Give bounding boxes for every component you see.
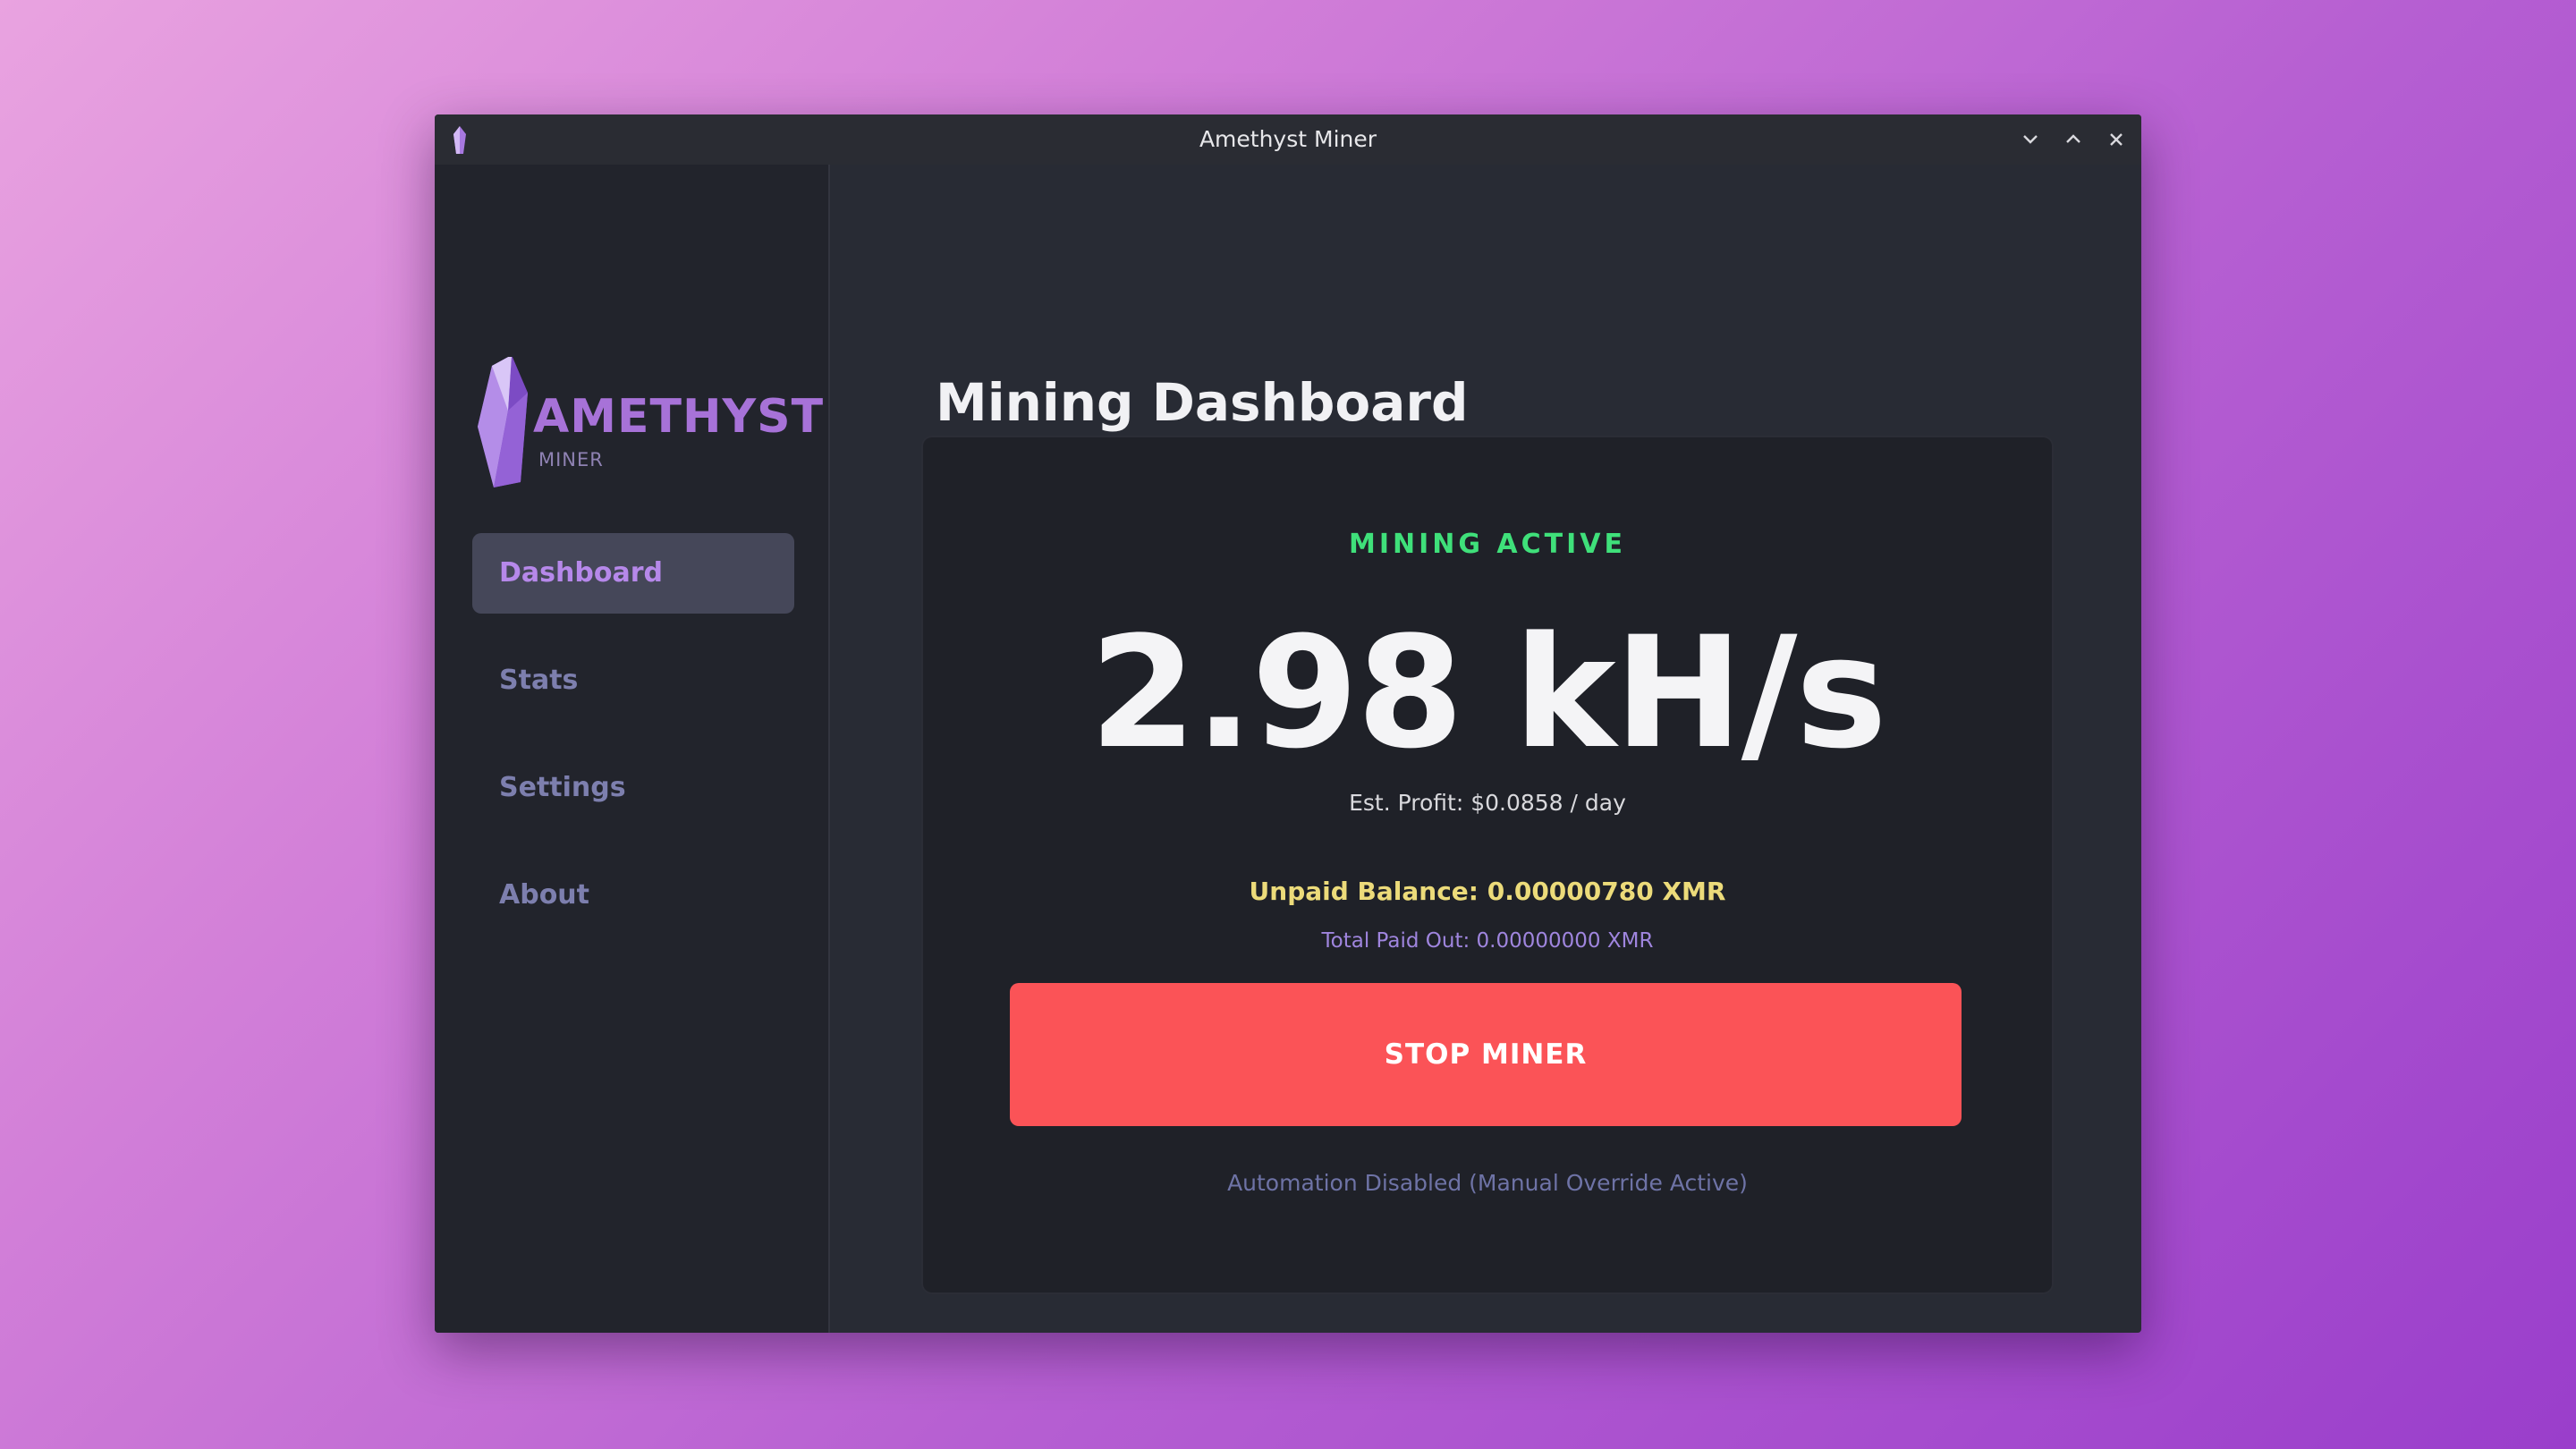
sidebar-item-label: Settings (499, 772, 626, 803)
automation-status: Automation Disabled (Manual Override Act… (1227, 1170, 1748, 1196)
sidebar-item-settings[interactable]: Settings (472, 748, 794, 828)
stop-miner-label: STOP MINER (1384, 1038, 1588, 1071)
chevron-down-icon[interactable] (2018, 127, 2043, 152)
mining-status-label: MINING ACTIVE (1348, 529, 1627, 560)
logo-subtitle: MINER (538, 449, 604, 470)
chevron-up-icon[interactable] (2061, 127, 2086, 152)
sidebar-item-label: Stats (499, 665, 579, 696)
mining-status-card: MINING ACTIVE 2.98 kH/s Est. Profit: $0.… (923, 437, 2052, 1292)
unpaid-balance: Unpaid Balance: 0.00000780 XMR (1249, 877, 1726, 906)
logo-wordmark: AMETHYST (533, 390, 825, 444)
window-title: Amethyst Miner (1199, 126, 1377, 152)
sidebar-item-stats[interactable]: Stats (472, 640, 794, 721)
estimated-profit: Est. Profit: $0.0858 / day (1349, 790, 1626, 816)
titlebar[interactable]: Amethyst Miner (435, 114, 2141, 165)
sidebar-item-about[interactable]: About (472, 855, 794, 936)
page-title: Mining Dashboard (936, 372, 1469, 433)
amethyst-logo-icon (478, 357, 528, 487)
sidebar-item-label: Dashboard (499, 557, 663, 589)
close-icon[interactable] (2104, 127, 2129, 152)
sidebar: AMETHYST MINER Dashboard Stats Settings … (435, 165, 830, 1333)
hashrate-value: 2.98 kH/s (1089, 603, 1887, 783)
app-window: Amethyst Miner AMETHYST MINER Dashboard … (435, 114, 2141, 1333)
stop-miner-button[interactable]: STOP MINER (1010, 983, 1962, 1126)
sidebar-item-label: About (499, 879, 590, 911)
total-paid-out: Total Paid Out: 0.00000000 XMR (1321, 929, 1654, 953)
sidebar-item-dashboard[interactable]: Dashboard (472, 533, 794, 614)
